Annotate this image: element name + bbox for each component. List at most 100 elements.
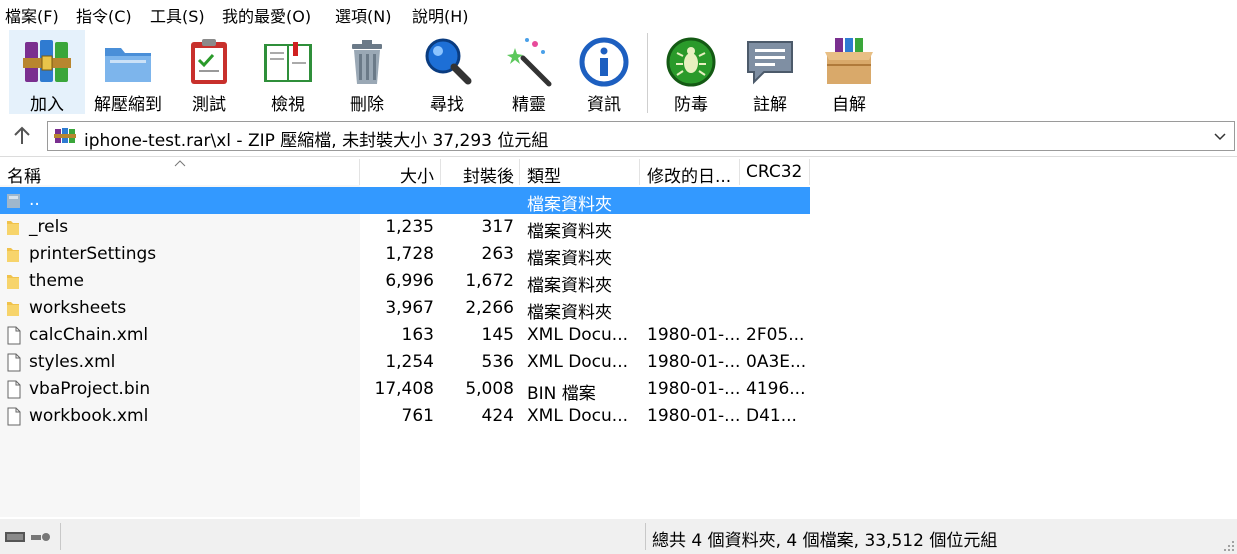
extract-to-button[interactable]: 解壓縮到 (90, 30, 166, 115)
file-row[interactable]: workbook.xml 761 424 XML Docu... 1980-01-...… (0, 403, 810, 430)
find-label: 尋找 (430, 95, 464, 115)
file-row[interactable]: worksheets 3,967 2,266 檔案資料夾 (0, 295, 810, 323)
info-button[interactable]: 資訊 (566, 30, 642, 115)
folder-icon (7, 302, 19, 316)
size-cell: 1,728 (385, 244, 434, 264)
drive-icon (5, 532, 50, 542)
test-clipboard-icon (191, 39, 227, 84)
size-cell: 3,967 (385, 298, 434, 318)
column-divider[interactable] (519, 159, 520, 185)
path-text: iphone-test.rar\xl - ZIP 壓縮檔, 未封裝大小 37,2… (84, 131, 549, 151)
crc-cell: 0A3E... (746, 352, 807, 372)
menu-file[interactable]: 檔案(F) (5, 3, 59, 27)
packed-size-cell: 536 (481, 352, 514, 372)
type-cell: 檔案資料夾 (527, 276, 612, 296)
type-cell: 檔案資料夾 (527, 249, 612, 269)
virus-scan-button[interactable]: 防毒 (653, 30, 729, 115)
menu-favorites[interactable]: 我的最愛(O) (222, 3, 311, 27)
file-name: worksheets (29, 298, 127, 318)
resize-grip-icon[interactable] (1223, 540, 1235, 552)
path-field[interactable]: iphone-test.rar\xl - ZIP 壓縮檔, 未封裝大小 37,2… (47, 121, 1235, 151)
status-divider (60, 523, 61, 550)
column-header-name[interactable]: 名稱 (7, 162, 41, 190)
type-cell: XML Docu... (527, 325, 629, 345)
folder-icon (7, 221, 19, 235)
toolbar-separator (647, 33, 648, 113)
file-row[interactable]: vbaProject.bin 17,408 5,008 BIN 檔案 1980-01-.… (0, 376, 810, 404)
column-divider[interactable] (359, 159, 360, 185)
view-label: 檢視 (271, 95, 305, 115)
toolbar: 加入 解壓縮到 測試 檢視 刪除 尋找 精靈 資訊 防毒 註解 自解 (0, 27, 1237, 115)
type-cell: 檔案資料夾 (527, 195, 612, 215)
menu-help[interactable]: 說明(H) (412, 3, 469, 27)
file-icon (7, 326, 21, 345)
sfx-label: 自解 (832, 95, 866, 115)
column-divider[interactable] (639, 159, 640, 185)
test-label: 測試 (192, 95, 226, 115)
type-cell: 檔案資料夾 (527, 222, 612, 242)
find-button[interactable]: 尋找 (409, 30, 485, 115)
trash-can-icon (352, 40, 382, 84)
status-bar: 總共 4 個資料夾, 4 個檔案, 33,512 個位元組 (0, 519, 1237, 554)
file-icon (7, 353, 21, 372)
comment-label: 註解 (753, 95, 787, 115)
column-header-modified[interactable]: 修改的日... (647, 162, 731, 190)
add-button[interactable]: 加入 (9, 30, 85, 115)
crc-cell: 2F05... (746, 325, 805, 345)
file-row[interactable]: theme 6,996 1,672 檔案資料夾 (0, 268, 810, 296)
size-cell: 17,408 (374, 379, 434, 399)
file-row[interactable]: .. 檔案資料夾 (0, 187, 810, 215)
file-icon (7, 380, 21, 399)
crc-cell: 4196... (746, 379, 806, 399)
packed-size-cell: 1,672 (465, 271, 514, 291)
size-cell: 163 (401, 325, 434, 345)
file-row[interactable]: printerSettings 1,728 263 檔案資料夾 (0, 241, 810, 269)
packed-size-cell: 2,266 (465, 298, 514, 318)
column-divider[interactable] (809, 159, 810, 185)
column-header-crc[interactable]: CRC32 (746, 162, 802, 190)
add-label: 加入 (30, 95, 64, 115)
column-divider[interactable] (739, 159, 740, 185)
extract-folder-icon (105, 48, 151, 82)
archive-icon (54, 128, 76, 143)
type-cell: XML Docu... (527, 406, 629, 426)
file-row[interactable]: calcChain.xml 163 145 XML Docu... 1980-01-..… (0, 322, 810, 349)
file-list: 名稱 大小 封裝後 類型 修改的日... CRC32 .. 檔案資料夾 _rels 1… (0, 156, 1237, 520)
column-header-size[interactable]: 大小 (362, 162, 434, 190)
view-button[interactable]: 檢視 (250, 30, 326, 115)
sfx-button[interactable]: 自解 (811, 30, 887, 115)
file-name: theme (29, 271, 84, 291)
file-row[interactable]: styles.xml 1,254 536 XML Docu... 1980-01-...… (0, 349, 810, 376)
parent-folder-icon (7, 194, 20, 208)
packed-size-cell: 317 (481, 217, 514, 237)
magnifier-icon (425, 38, 472, 85)
menu-tools[interactable]: 工具(S) (150, 3, 205, 27)
size-cell: 6,996 (385, 271, 434, 291)
view-book-icon (264, 42, 312, 82)
address-bar: iphone-test.rar\xl - ZIP 壓縮檔, 未封裝大小 37,2… (0, 118, 1237, 154)
comment-button[interactable]: 註解 (732, 30, 808, 115)
up-arrow-icon[interactable] (6, 122, 38, 150)
column-header-packed[interactable]: 封裝後 (442, 162, 514, 190)
sfx-box-icon (825, 38, 873, 84)
column-header-type[interactable]: 類型 (527, 162, 561, 190)
packed-size-cell: 424 (481, 406, 514, 426)
type-cell: BIN 檔案 (527, 384, 596, 404)
file-name: vbaProject.bin (29, 379, 151, 399)
menu-options[interactable]: 選項(N) (335, 3, 391, 27)
folder-icon (7, 275, 19, 289)
status-summary: 總共 4 個資料夾, 4 個檔案, 33,512 個位元組 (652, 531, 998, 551)
size-cell: 1,254 (385, 352, 434, 372)
chevron-down-icon[interactable] (1212, 128, 1228, 144)
wizard-button[interactable]: 精靈 (491, 30, 567, 115)
delete-button[interactable]: 刪除 (329, 30, 405, 115)
extract-to-label: 解壓縮到 (94, 95, 162, 115)
file-row[interactable]: _rels 1,235 317 檔案資料夾 (0, 214, 810, 242)
menu-commands[interactable]: 指令(C) (76, 3, 132, 27)
crc-cell: D41... (746, 406, 797, 426)
status-divider (645, 523, 646, 550)
column-divider[interactable] (440, 159, 441, 185)
test-button[interactable]: 測試 (171, 30, 247, 115)
size-cell: 761 (401, 406, 434, 426)
virus-scan-icon (666, 37, 716, 87)
